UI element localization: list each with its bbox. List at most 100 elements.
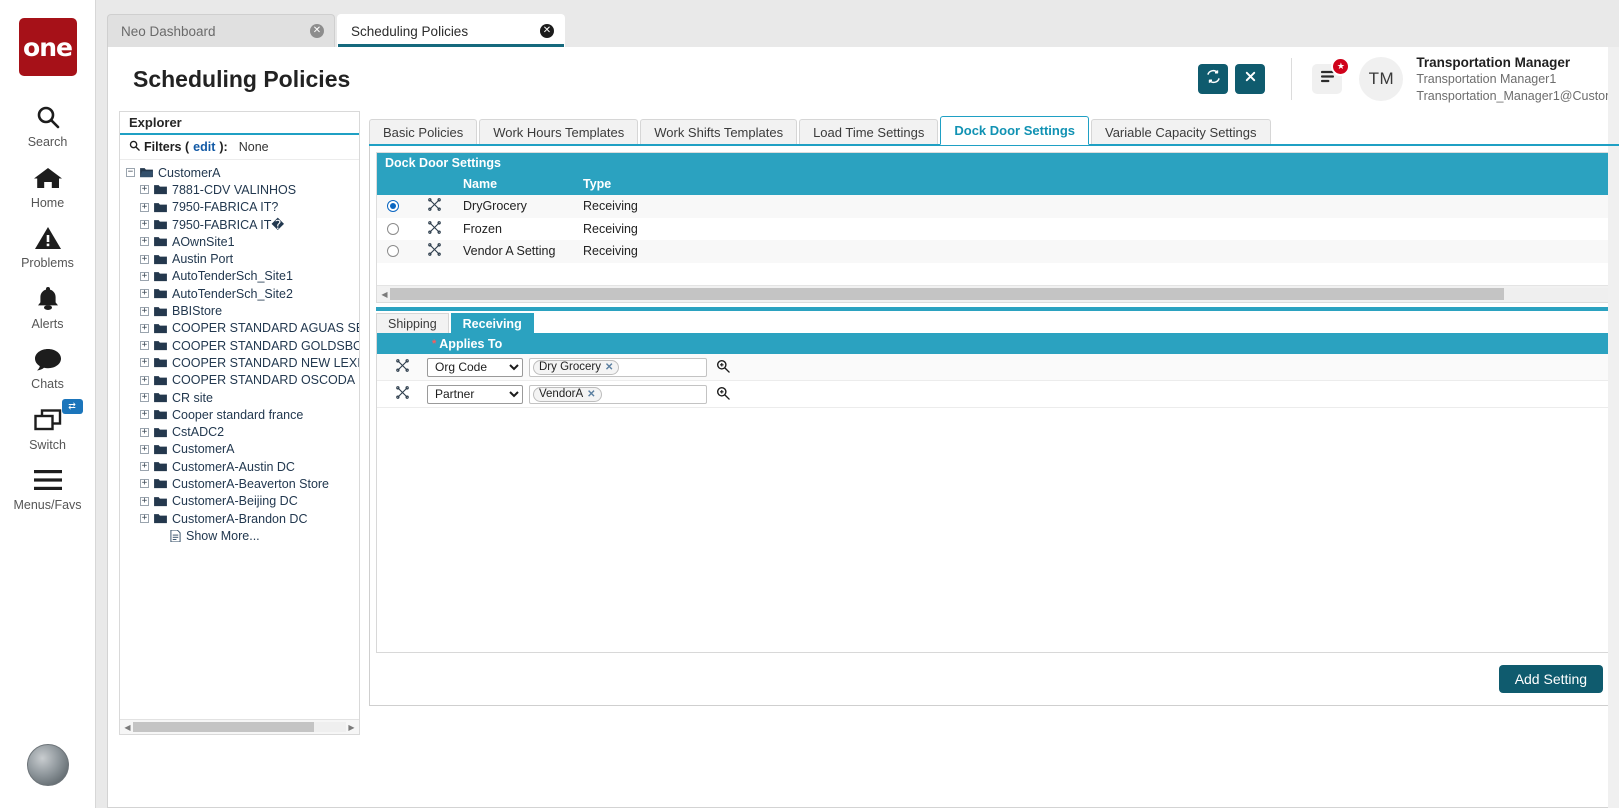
tree-node[interactable]: +CustomerA <box>124 441 359 458</box>
tree-toggle-icon[interactable]: + <box>140 410 149 419</box>
applies-to-type-select[interactable]: Org CodePartner <box>427 358 523 377</box>
link-x-icon[interactable] <box>428 243 441 259</box>
tree-toggle-icon[interactable]: + <box>140 220 149 229</box>
tree-toggle-icon[interactable]: + <box>140 324 149 333</box>
tree-toggle-icon[interactable]: + <box>140 393 149 402</box>
tree-node[interactable]: +AutoTenderSch_Site1 <box>124 268 359 285</box>
rail-item-search[interactable]: Search <box>0 92 96 153</box>
add-setting-button[interactable]: Add Setting <box>1499 665 1603 693</box>
tree-node[interactable]: +COOPER STANDARD NEW LEXINGTON <box>124 354 359 371</box>
explorer-hscroll-thumb[interactable] <box>133 722 314 732</box>
table-row[interactable]: Vendor A SettingReceiving <box>377 240 1619 263</box>
explorer-hscroll-track[interactable] <box>133 722 346 732</box>
tree-node[interactable]: +CstADC2 <box>124 423 359 440</box>
tab-variable-capacity-settings[interactable]: Variable Capacity Settings <box>1091 119 1271 145</box>
filters-edit-link[interactable]: edit <box>193 140 215 154</box>
applies-to-value-field[interactable]: Dry Grocery✕ <box>529 358 707 377</box>
tree-node[interactable]: +COOPER STANDARD OSCODA <box>124 372 359 389</box>
tree-toggle-icon[interactable]: + <box>140 185 149 194</box>
tree-toggle-icon[interactable]: + <box>140 514 149 523</box>
tab-work-hours-templates[interactable]: Work Hours Templates <box>479 119 638 145</box>
link-x-icon[interactable] <box>428 198 441 214</box>
tree-node[interactable]: −CustomerA <box>124 164 359 181</box>
avatar[interactable]: TM <box>1359 57 1403 101</box>
refresh-button[interactable] <box>1198 64 1228 94</box>
tree-node[interactable]: +7950-FABRICA IT� <box>124 216 359 233</box>
subtab-shipping[interactable]: Shipping <box>376 313 449 333</box>
dock-door-hscrollbar[interactable]: ◀ ▶ <box>377 285 1619 302</box>
tree-toggle-icon[interactable]: + <box>140 203 149 212</box>
tree-node[interactable]: +AOwnSite1 <box>124 233 359 250</box>
tab-dock-door-settings[interactable]: Dock Door Settings <box>940 116 1089 145</box>
tree-toggle-icon[interactable]: + <box>140 255 149 264</box>
dock-door-hscroll-track[interactable] <box>390 288 1619 300</box>
row-action-cell[interactable] <box>409 198 459 214</box>
tree-node[interactable]: +BBIStore <box>124 302 359 319</box>
row-action-cell[interactable] <box>409 221 459 237</box>
value-chip[interactable]: Dry Grocery✕ <box>533 360 619 375</box>
row-radio-button[interactable] <box>387 223 399 235</box>
tree-node[interactable]: +7881-CDV VALINHOS <box>124 181 359 198</box>
applies-to-type-select[interactable]: Org CodePartner <box>427 385 523 404</box>
tree-toggle-icon[interactable]: + <box>140 497 149 506</box>
tree-node[interactable]: Show More... <box>124 527 359 544</box>
table-row[interactable]: FrozenReceiving <box>377 218 1619 241</box>
tree-node[interactable]: +Austin Port <box>124 250 359 267</box>
row-radio-button[interactable] <box>387 200 399 212</box>
row-radio-button[interactable] <box>387 245 399 257</box>
subtab-receiving[interactable]: Receiving <box>451 313 534 333</box>
link-x-icon[interactable] <box>428 221 441 237</box>
rail-item-home[interactable]: Home <box>0 153 96 214</box>
tree-toggle-icon[interactable]: + <box>140 445 149 454</box>
magnifier-plus-icon[interactable] <box>716 359 730 376</box>
tree-node[interactable]: +CustomerA-Austin DC <box>124 458 359 475</box>
applies-row-action-cell[interactable] <box>377 386 427 402</box>
tree-toggle-icon[interactable]: + <box>140 479 149 488</box>
link-x-icon[interactable] <box>396 386 409 402</box>
notifications-menu-button[interactable]: ★ <box>1312 64 1342 94</box>
tree-node[interactable]: +Cooper standard france <box>124 406 359 423</box>
tree-toggle-icon[interactable]: + <box>140 341 149 350</box>
scroll-right-arrow-icon[interactable]: ▶ <box>346 723 357 732</box>
value-chip[interactable]: VendorA✕ <box>533 387 602 402</box>
browser-tab-0[interactable]: Neo Dashboard✕ <box>107 14 335 47</box>
tree-node[interactable]: +CustomerA-Beijing DC <box>124 493 359 510</box>
table-row[interactable]: DryGroceryReceiving <box>377 195 1619 218</box>
row-select-cell[interactable] <box>377 245 409 257</box>
link-x-icon[interactable] <box>396 359 409 375</box>
tree-toggle-icon[interactable]: + <box>140 462 149 471</box>
tree-node[interactable]: +COOPER STANDARD GOLDSBORO <box>124 337 359 354</box>
tab-load-time-settings[interactable]: Load Time Settings <box>799 119 938 145</box>
tab-work-shifts-templates[interactable]: Work Shifts Templates <box>640 119 797 145</box>
switch-badge-icon[interactable]: ⇄ <box>62 399 83 414</box>
tree-node[interactable]: +COOPER STANDARD AGUAS SEALING (3 <box>124 320 359 337</box>
applies-to-value-field[interactable]: VendorA✕ <box>529 385 707 404</box>
user-globe-avatar[interactable] <box>27 744 69 786</box>
page-vertical-scrollbar[interactable] <box>1608 47 1619 808</box>
tree-toggle-icon[interactable]: + <box>140 237 149 246</box>
rail-item-chats[interactable]: Chats <box>0 334 96 395</box>
tree-toggle-icon[interactable]: − <box>126 168 135 177</box>
tree-toggle-icon[interactable]: + <box>140 272 149 281</box>
close-icon[interactable]: ✕ <box>540 24 554 38</box>
chip-remove-icon[interactable]: ✕ <box>605 362 613 373</box>
rail-item-switch[interactable]: Switch⇄ <box>0 395 96 456</box>
chip-remove-icon[interactable]: ✕ <box>587 389 595 400</box>
tree-node[interactable]: +CustomerA-Brandon DC <box>124 510 359 527</box>
tree-toggle-icon[interactable]: + <box>140 376 149 385</box>
dock-door-hscroll-thumb[interactable] <box>390 288 1504 300</box>
applies-row-action-cell[interactable] <box>377 359 427 375</box>
tree-toggle-icon[interactable]: + <box>140 358 149 367</box>
magnifier-plus-icon[interactable] <box>716 386 730 403</box>
tree-node[interactable]: +7950-FABRICA IT? <box>124 199 359 216</box>
browser-tab-1[interactable]: Scheduling Policies✕ <box>337 14 565 47</box>
tree-node[interactable]: +CustomerA-Beaverton Store <box>124 475 359 492</box>
rail-item-alerts[interactable]: Alerts <box>0 274 96 335</box>
scroll-left-arrow-icon[interactable]: ◀ <box>122 723 133 732</box>
tree-node[interactable]: +CR site <box>124 389 359 406</box>
row-action-cell[interactable] <box>409 243 459 259</box>
tree-toggle-icon[interactable]: + <box>140 289 149 298</box>
grid-scroll-left-icon[interactable]: ◀ <box>379 290 390 299</box>
close-icon[interactable]: ✕ <box>310 24 324 38</box>
close-button[interactable] <box>1235 64 1265 94</box>
